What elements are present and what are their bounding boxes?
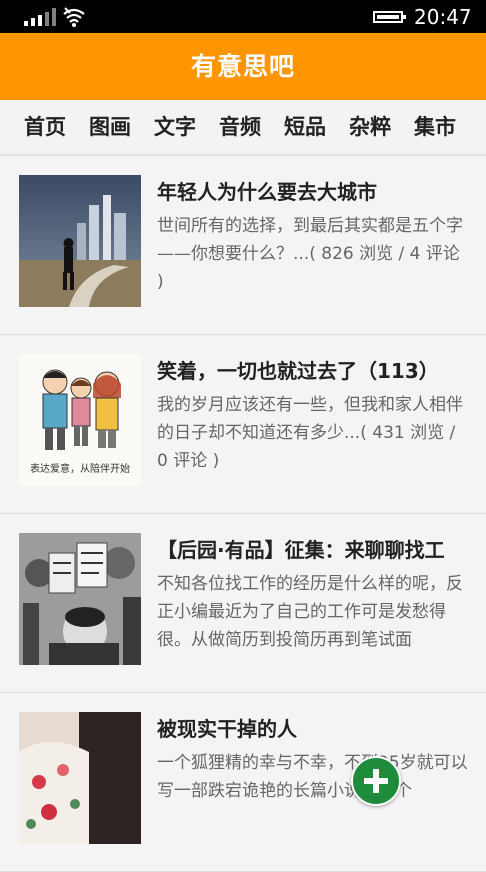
status-bar: 20:47 xyxy=(0,0,486,33)
article-thumbnail xyxy=(19,175,141,307)
article-summary: 不知各位找工作的经历是什么样的呢，反正小编最近为了自己的工作可是发愁得很。从做简… xyxy=(157,574,463,650)
category-tabs: 首页 图画 文字 音频 短品 杂粹 集市 xyxy=(0,100,486,156)
app-title: 有意思吧 xyxy=(190,52,295,81)
article-summary: 我的岁月应该还有一些，但我和家人相伴的日子却不知道还有多少...( 431 浏览… xyxy=(157,395,463,471)
list-item[interactable]: 表达爱意，从陪伴开始 笑着，一切也就过去了（113） 我的岁月应该还有一些，但我… xyxy=(0,335,486,514)
article-title: 【后园·有品】征集：来聊聊找工 xyxy=(157,538,445,562)
article-title: 年轻人为什么要去大城市 xyxy=(157,180,377,204)
status-time: 20:47 xyxy=(414,5,472,29)
tab-misc[interactable]: 杂粹 xyxy=(349,100,391,154)
tab-home[interactable]: 首页 xyxy=(24,100,66,154)
wifi-icon xyxy=(63,7,85,27)
tab-market[interactable]: 集市 xyxy=(414,100,456,154)
article-thumbnail: 表达爱意，从陪伴开始 xyxy=(19,354,141,486)
list-item[interactable]: 年轻人为什么要去大城市 世间所有的选择，到最后其实都是五个字——你想要什么？..… xyxy=(0,156,486,335)
article-title: 笑着，一切也就过去了（113） xyxy=(157,359,439,383)
list-item[interactable]: 【后园·有品】征集：来聊聊找工 不知各位找工作的经历是什么样的呢，反正小编最近为… xyxy=(0,514,486,693)
tab-text[interactable]: 文字 xyxy=(154,100,196,154)
list-item[interactable]: 被现实干掉的人 一个狐狸精的幸与不幸，不到25岁就可以写一部跌宕诡艳的长篇小说，… xyxy=(0,693,486,872)
article-thumbnail xyxy=(19,712,141,844)
add-button[interactable] xyxy=(351,756,401,806)
tab-pictures[interactable]: 图画 xyxy=(89,100,131,154)
article-summary: 世间所有的选择，到最后其实都是五个字——你想要什么？...( 826 浏览 / … xyxy=(157,216,463,292)
tab-audio[interactable]: 音频 xyxy=(219,100,261,154)
app-header: 有意思吧 xyxy=(0,33,486,100)
article-list: 年轻人为什么要去大城市 世间所有的选择，到最后其实都是五个字——你想要什么？..… xyxy=(0,156,486,872)
article-thumbnail xyxy=(19,533,141,665)
battery-icon xyxy=(373,11,406,23)
signal-icon xyxy=(24,8,56,26)
article-title: 被现实干掉的人 xyxy=(157,717,297,741)
thumbnail-caption: 表达爱意，从陪伴开始 xyxy=(30,462,130,475)
tab-shorts[interactable]: 短品 xyxy=(284,100,326,154)
article-summary: 一个狐狸精的幸与不幸，不到25岁就可以写一部跌宕诡艳的长篇小说，一个 xyxy=(157,753,468,801)
